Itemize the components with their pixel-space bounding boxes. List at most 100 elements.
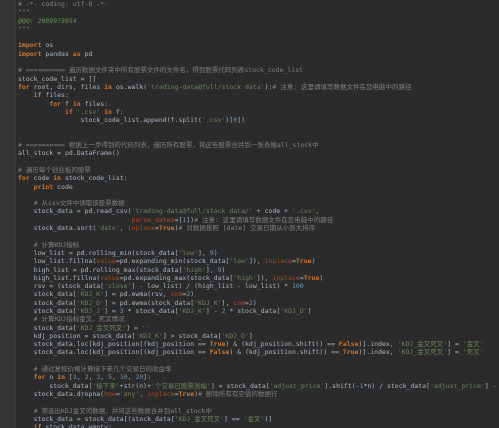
code-token: ] - [205,306,222,315]
code-line[interactable]: all_stock = pd.DataFrame() [18,149,499,157]
code-line[interactable]: @QQ: 2089973054 [18,17,499,25]
code-token: pd [80,49,93,58]
code-line[interactable] [18,357,499,365]
code-line[interactable]: # 从csv文件中读取该股票数据 [18,199,499,207]
code-token: ) [311,257,316,266]
code-token: stock_data = stock_data[(stock_data[ [18,414,175,423]
code-token: ] [307,306,312,315]
code-line[interactable]: if files: [18,91,499,99]
code-line[interactable]: import pandas as pd [18,50,499,58]
code-token: 'trading-data@full/stock data' [147,82,265,91]
code-token: 'KDJ_D' [76,298,105,307]
code-token: stock_data[ [18,298,77,307]
code-line[interactable]: for n in [1, 2, 3, 5, 10, 20]: [18,373,499,381]
code-line[interactable]: stock_data['KDJ_D'] = pd.ewma(stock_data… [18,299,499,307]
code-token: code [29,174,54,183]
code-line[interactable]: low_list = pd.rolling_min(stock_data['lo… [18,249,499,257]
code-line[interactable]: # 遍历每个创业板的股票 [18,166,499,174]
code-token: False [338,340,359,349]
code-line[interactable] [18,398,499,406]
code-token: inplace [272,273,300,282]
code-token: 'date' [96,224,120,233]
code-line[interactable]: if '.csv' in f: [18,108,499,116]
code-token: 'KDJ_J' [76,306,105,315]
code-line[interactable]: """ [18,8,499,16]
code-line[interactable]: kdj_position = stock_data['KDJ_K'] > sto… [18,332,499,340]
code-line[interactable]: high_list = pd.rolling_max(stock_data['h… [18,266,499,274]
code-token: , [139,389,148,398]
code-line[interactable]: parse_dates=[1])# 注意: 这里请填写数据文件在您电脑中的路径 [18,216,499,224]
code-line[interactable] [18,232,499,240]
code-token: stock_code_list.append(f.split( [18,116,202,125]
code-line[interactable] [18,124,499,132]
code-line[interactable]: for root, dirs, files in os.walk('tradin… [18,83,499,91]
code-line[interactable]: for code in stock_code_list: [18,174,499,182]
code-token: 'any' [119,389,140,398]
code-token: =pd.expanding_max(stock_data[ [119,273,234,282]
code-token: ] > stock_data[ [162,331,222,340]
code-token: , [119,224,128,233]
code-line[interactable]: stock_data = pd.read_csv('trading-data@f… [18,207,499,215]
code-line[interactable]: """ [18,25,499,33]
code-line[interactable]: stock_data['接下来'+str(n)+'个交易日股票涨幅'] = st… [18,382,499,390]
code-token: True [178,389,195,398]
code-token: value [100,273,120,282]
code-line[interactable]: stock_code_list.append(f.split('.csv')[0… [18,116,499,124]
code-line[interactable]: # 计算KDJ指标 [18,241,499,249]
code-token: 'KDJ_金叉死叉' [397,348,448,357]
code-line[interactable]: # ========== 根据上一步得到的代码列表，遍历所有股票，将这些股票合并… [18,141,499,149]
code-token: , [111,373,120,382]
code-token: ] = pd.ewma(stock_data[ [104,298,195,307]
code-line[interactable] [18,191,499,199]
code-token: '.csv' [76,107,101,116]
code-token: 'KDJ_金叉死叉' [174,414,225,423]
code-token: # 注意: 这里请填写数据文件在您电脑中的路径 [194,215,334,224]
code-line[interactable]: stock_data = stock_data[(stock_data['KDJ… [18,415,499,423]
code-line[interactable]: import os [18,41,499,49]
code-line[interactable]: # -*- coding: utf-8 -*- [18,0,499,8]
code-line[interactable]: # 通过复权价格计算接下来几个交易日的收益率 [18,365,499,373]
code-line[interactable]: # 筛选出KDJ金叉的数据，并将这些数据合并到all_stock中 [18,407,499,415]
code-token: stock_data.dropna( [18,389,105,398]
code-line[interactable]: stock_data.sort('date', inplace=True)# 对… [18,224,499,232]
code-line[interactable]: stock_data['KDJ_金叉死叉'] = '' [18,324,499,332]
code-token: 'trading-data@full/stock data/' [131,207,253,216]
code-line[interactable]: low_list.fillna(value=pd.expanding_min(s… [18,257,499,265]
code-token: stock_data.sort( [18,224,97,233]
code-token: high_list = pd.rolling_max(stock_data[ [18,265,183,274]
code-token: ) [213,248,218,257]
code-line[interactable]: rsv = (stock_data['close'] - low_list) /… [18,282,499,290]
code-line[interactable]: for f in files: [18,100,499,108]
code-token: stock_data = pd.read_csv( [18,207,132,216]
code-token: stock_data.loc[kdj_position[(kdj_positio… [18,340,210,349]
code-line[interactable]: stock_data.loc[kdj_position[(kdj_positio… [18,348,499,356]
code-token: ] = stock_data[ [210,381,270,390]
code-line[interactable]: stock_data['KDJ_K'] = pd.ewma(rsv, com=2… [18,290,499,298]
code-line[interactable]: stock_data.dropna(how='any', inplace=Tru… [18,390,499,398]
code-line[interactable]: if stock_data.empty: [18,423,499,428]
code-line[interactable]: high_list.fillna(value=pd.expanding_max(… [18,274,499,282]
code-line[interactable]: # 计算KDJ指标金叉、死叉情况 [18,315,499,323]
code-line[interactable]: print code [18,183,499,191]
code-token: in [57,373,65,382]
code-token: com [170,290,183,299]
code-line[interactable] [18,158,499,166]
code-token: root, dirs, files [29,82,105,91]
code-line[interactable]: stock_code_list = [] [18,75,499,83]
code-editor[interactable]: # -*- coding: utf-8 -*- """ @QQ: 208997305… [0,0,499,428]
code-token: True [342,348,359,357]
code-token: # 筛选出KDJ金叉的数据，并将这些数据合并到all_stock中 [33,406,212,415]
code-token: for [49,99,62,108]
code-line[interactable] [18,33,499,41]
code-token: stock_data[ [18,306,77,315]
code-token: * stock_data[ [225,306,281,315]
code-area[interactable]: # -*- coding: utf-8 -*- """ @QQ: 208997305… [18,0,499,428]
code-line[interactable] [18,133,499,141]
code-token: in [53,174,62,183]
code-token: import [18,41,42,50]
code-token: True [158,224,175,233]
code-line[interactable]: # ========== 遍历数据文件夹中所有股票文件的文件名，得到股票代码列表… [18,66,499,74]
